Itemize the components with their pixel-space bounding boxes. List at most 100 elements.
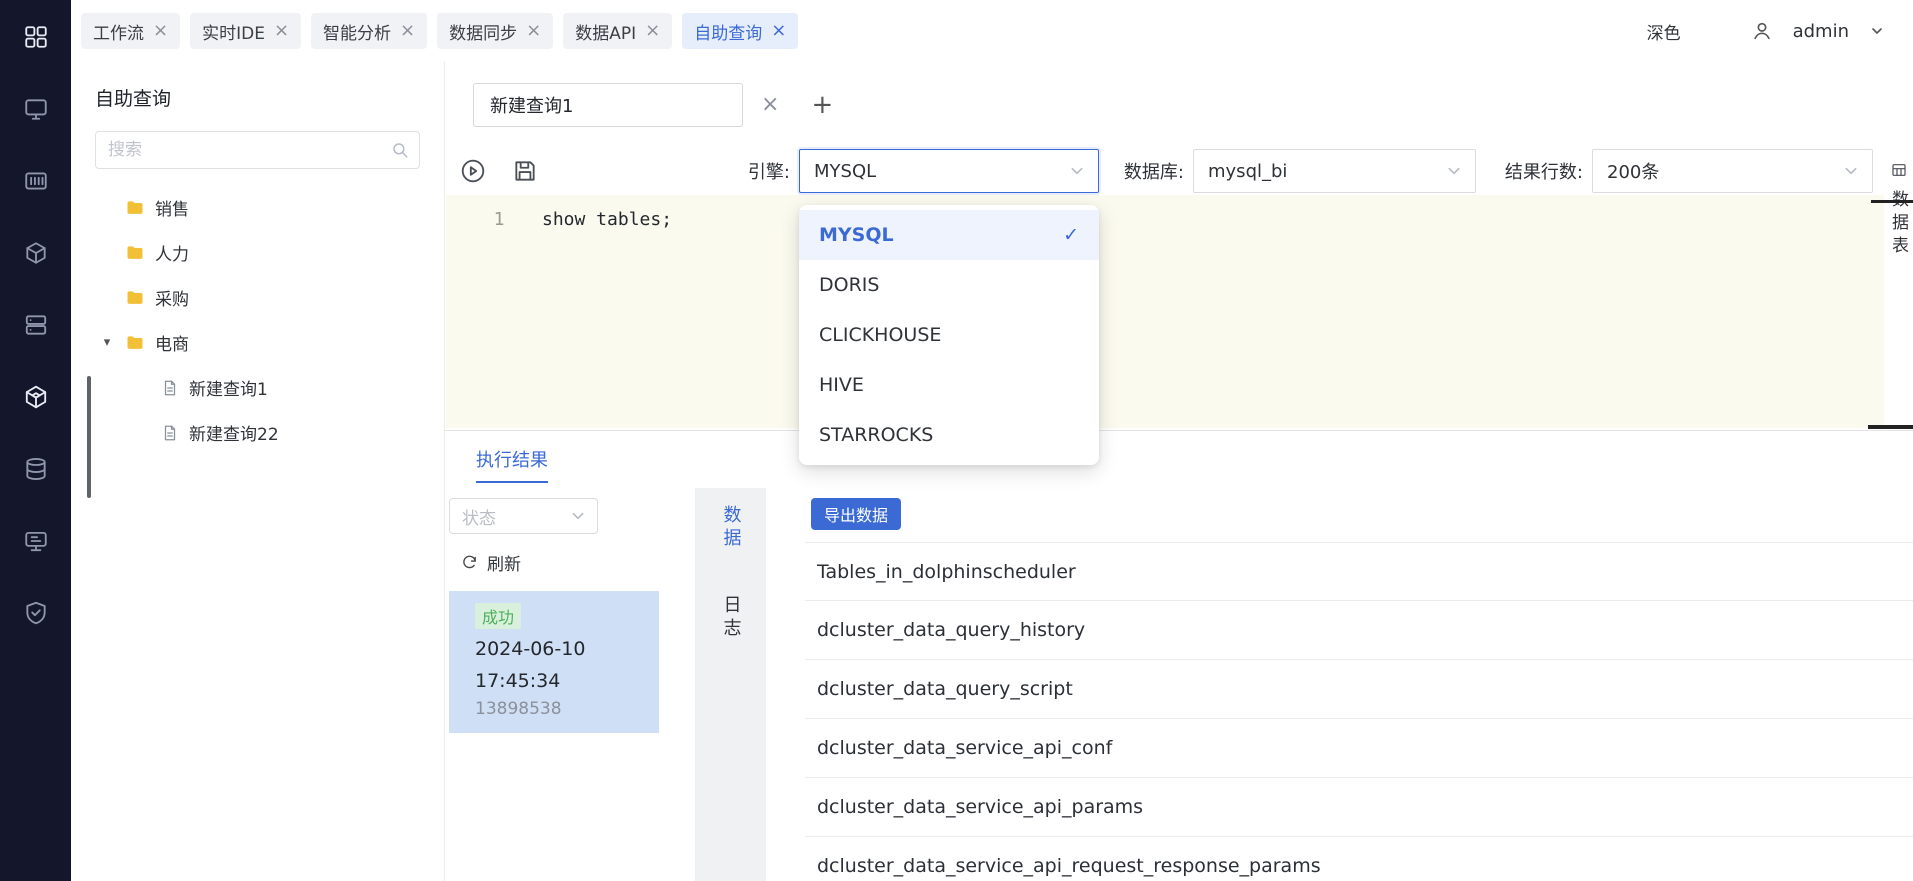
query-tab[interactable]: 新建查询1 (473, 83, 743, 127)
query-tab-label: 新建查询1 (490, 96, 574, 117)
nav-server[interactable] (23, 312, 49, 338)
tree-item-label: 电商 (155, 335, 189, 355)
chevron-down-icon[interactable] (1869, 23, 1885, 39)
file-icon (164, 380, 176, 395)
status-filter-select[interactable]: 状态 (449, 498, 598, 534)
tab-close-icon[interactable]: × (400, 22, 415, 40)
tab-close-icon[interactable]: × (526, 22, 541, 40)
top-tab[interactable]: 智能分析 × (311, 13, 428, 49)
tree-item[interactable]: ▾ 销售 (71, 185, 444, 230)
line-number: 1 (493, 209, 505, 230)
tree-item[interactable]: ▾ 新建查询1 (71, 365, 444, 410)
top-tab-label: 工作流 (93, 23, 144, 44)
database-label: 数据库: (1123, 162, 1184, 183)
check-icon: ✓ (1063, 224, 1079, 246)
save-icon (515, 161, 535, 181)
history-item-selected[interactable]: 成功 2024-06-10 17:45:34 13898538 (449, 591, 659, 733)
save-query-button[interactable] (512, 158, 538, 184)
scrollbar-thumb-vertical[interactable] (87, 376, 91, 498)
tree-item[interactable]: ▾ 新建查询22 (71, 410, 444, 455)
nav-workbench[interactable] (23, 96, 49, 122)
result-vertical-tab[interactable]: 数据 (718, 505, 744, 551)
engine-option[interactable]: CLICKHOUSE ✓ (799, 310, 1099, 360)
top-tab-label: 智能分析 (323, 23, 392, 44)
monitor-icon (24, 99, 47, 120)
tab-close-icon[interactable]: × (153, 22, 168, 40)
tree-item[interactable]: ▾ 采购 (71, 275, 444, 320)
table-row[interactable]: dcluster_data_service_api_params (805, 778, 1913, 837)
nav-model-cube[interactable] (23, 240, 49, 266)
chevron-down-icon (1448, 167, 1460, 175)
topbar-right: 深色 admin (1647, 19, 1885, 44)
engine-option-label: DORIS (819, 274, 880, 296)
engine-option[interactable]: MYSQL ✓ (799, 210, 1099, 260)
engine-option[interactable]: DORIS ✓ (799, 260, 1099, 310)
history-id: 13898538 (475, 699, 562, 719)
user-icon (1753, 22, 1770, 40)
engine-option[interactable]: HIVE ✓ (799, 360, 1099, 410)
query-tabs-row: 新建查询1 × + (473, 83, 833, 127)
top-tab[interactable]: 数据API × (563, 13, 673, 49)
topbar: 工作流 × 实时IDE × 智能分析 × 数据同步 × 数据API × 自助查询… (71, 0, 1913, 62)
result-rows-label: 结果行数: (1504, 162, 1583, 183)
query-tab-close-icon[interactable]: × (761, 94, 779, 116)
code-text: show tables; (542, 209, 673, 230)
nav-apps[interactable] (23, 24, 49, 50)
search-box (95, 131, 420, 169)
engine-option-label: MYSQL (819, 224, 894, 246)
nav-data-query[interactable] (23, 384, 49, 410)
table-row[interactable]: dcluster_data_query_script (805, 660, 1913, 719)
folder-icon (127, 335, 143, 349)
add-query-tab-icon[interactable]: + (811, 92, 833, 118)
tree-item-label: 新建查询1 (189, 380, 268, 400)
tab-execution-result[interactable]: 执行结果 (476, 446, 548, 483)
result-rows-select[interactable]: 结果行数: 200条 (1505, 149, 1873, 193)
table-row[interactable]: dcluster_data_service_api_conf (805, 719, 1913, 778)
table-rows: dcluster_data_query_history dcluster_data… (805, 601, 1913, 881)
username[interactable]: admin (1793, 21, 1849, 42)
tree-item-label: 人力 (155, 245, 189, 265)
nav-database[interactable] (23, 456, 49, 482)
circle-play-icon (461, 159, 485, 183)
tree-item-label: 销售 (155, 200, 189, 220)
nav-security[interactable] (23, 600, 49, 626)
search-input[interactable] (95, 131, 420, 169)
shield-check-icon (25, 601, 46, 625)
tab-close-icon[interactable]: × (771, 22, 786, 40)
app-grid-icon (24, 26, 47, 48)
table-row[interactable]: dcluster_data_service_api_request_respon… (805, 837, 1913, 881)
table-row[interactable]: dcluster_data_query_history (805, 601, 1913, 660)
scrollbar-thumb-horizontal[interactable] (1871, 200, 1913, 203)
app-rail (0, 0, 71, 881)
top-tab[interactable]: 实时IDE × (190, 13, 302, 49)
result-vertical-tab[interactable]: 日志 (718, 595, 744, 641)
run-query-button[interactable] (460, 158, 486, 184)
caret-down-icon[interactable]: ▾ (99, 335, 115, 350)
theme-toggle[interactable]: 深色 (1647, 19, 1681, 44)
history-panel: 状态 刷新 成功 2024-06-10 17:45:34 13898538 (445, 488, 695, 881)
sql-editor[interactable]: 1 show tables; (446, 195, 1884, 428)
tab-close-icon[interactable]: × (274, 22, 289, 40)
export-data-button[interactable]: 导出数据 (811, 498, 902, 530)
datatable-panel-toggle[interactable]: 数据表 (1884, 62, 1913, 430)
cube-icon (25, 242, 46, 264)
engine-label: 引擎: (747, 162, 790, 183)
nav-screen[interactable] (23, 528, 49, 554)
nav-realtime-ide[interactable] (23, 168, 49, 194)
engine-option-label: STARROCKS (819, 424, 934, 446)
table-header: Tables_in_dolphinscheduler (805, 542, 1913, 601)
engine-option[interactable]: STARROCKS ✓ (799, 410, 1099, 460)
main-area: 新建查询1 × + 引擎: MYSQL 数据库: mysql_bi 结果行数: … (445, 62, 1913, 881)
scrollbar-thumb-horizontal[interactable] (1868, 425, 1913, 429)
table-icon (1891, 164, 1906, 176)
tree-item[interactable]: ▾ 电商 (71, 320, 444, 365)
chevron-down-icon (1845, 167, 1857, 175)
top-tab[interactable]: 工作流 × (81, 13, 181, 49)
engine-select[interactable]: 引擎: MYSQL (748, 149, 1099, 193)
tab-close-icon[interactable]: × (645, 22, 660, 40)
database-select[interactable]: 数据库: mysql_bi (1124, 149, 1476, 193)
tree-item[interactable]: ▾ 人力 (71, 230, 444, 275)
refresh-button[interactable]: 刷新 (461, 550, 695, 575)
top-tab[interactable]: 自助查询 × (682, 13, 799, 49)
top-tab[interactable]: 数据同步 × (437, 13, 554, 49)
